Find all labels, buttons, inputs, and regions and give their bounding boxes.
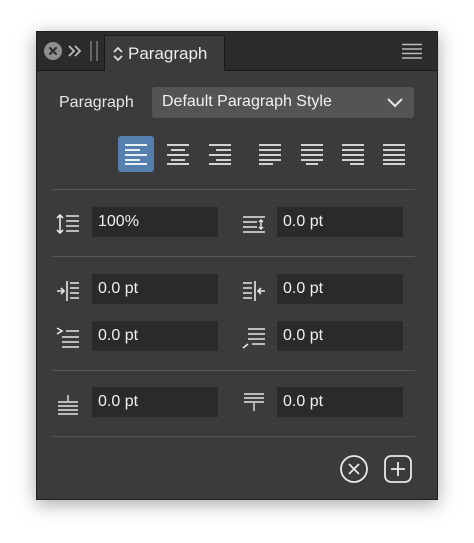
space-before-value: 0.0 pt	[98, 393, 139, 410]
align-right-icon	[209, 144, 231, 165]
divider	[53, 436, 415, 437]
leading-icon	[56, 212, 80, 241]
chevron-down-icon	[386, 96, 404, 114]
space-before-field[interactable]: 0.0 pt	[92, 387, 218, 417]
clear-formatting-button[interactable]	[339, 454, 369, 489]
align-center-icon	[167, 144, 189, 165]
left-indent-field[interactable]: 0.0 pt	[92, 274, 218, 304]
divider	[53, 256, 415, 257]
panel-titlebar: Paragraph	[37, 32, 437, 71]
leading-field[interactable]: 100%	[92, 207, 218, 237]
last-line-indent-value: 0.0 pt	[283, 327, 324, 344]
close-panel-icon[interactable]	[44, 42, 62, 60]
right-indent-icon	[242, 280, 266, 307]
paragraph-panel: Paragraph Paragraph Default Paragraph St…	[36, 31, 438, 500]
close-circle-icon	[340, 455, 368, 483]
justify-center-icon	[301, 144, 323, 165]
justify-all-button[interactable]	[376, 136, 412, 172]
right-indent-value: 0.0 pt	[283, 280, 324, 297]
space-after-field[interactable]: 0.0 pt	[277, 387, 403, 417]
paragraph-leading-field[interactable]: 0.0 pt	[277, 207, 403, 237]
space-before-icon	[56, 394, 80, 421]
first-line-indent-value: 0.0 pt	[98, 327, 139, 344]
paragraph-leading-icon	[242, 214, 266, 239]
collapse-chevrons-icon[interactable]	[66, 41, 82, 66]
last-line-indent-icon	[242, 327, 266, 354]
align-left-icon	[125, 144, 147, 165]
justify-all-icon	[383, 144, 405, 165]
divider	[53, 370, 415, 371]
add-square-icon	[384, 455, 412, 483]
paragraph-style-value: Default Paragraph Style	[162, 93, 332, 110]
first-line-indent-icon	[56, 327, 80, 354]
justify-left-icon	[259, 144, 281, 165]
tab-paragraph[interactable]: Paragraph	[104, 35, 225, 71]
first-line-indent-field[interactable]: 0.0 pt	[92, 321, 218, 351]
align-left-button[interactable]	[118, 136, 154, 172]
left-indent-value: 0.0 pt	[98, 280, 139, 297]
add-style-button[interactable]	[383, 454, 413, 489]
align-center-button[interactable]	[160, 136, 196, 172]
justify-center-button[interactable]	[294, 136, 330, 172]
paragraph-leading-value: 0.0 pt	[283, 213, 324, 230]
last-line-indent-field[interactable]: 0.0 pt	[277, 321, 403, 351]
paragraph-style-label: Paragraph	[59, 94, 134, 111]
space-after-value: 0.0 pt	[283, 393, 324, 410]
justify-right-button[interactable]	[335, 136, 371, 172]
right-indent-field[interactable]: 0.0 pt	[277, 274, 403, 304]
space-after-icon	[242, 392, 266, 419]
justify-right-icon	[342, 144, 364, 165]
left-indent-icon	[56, 280, 80, 307]
align-right-button[interactable]	[202, 136, 238, 172]
justify-left-button[interactable]	[252, 136, 288, 172]
leading-value: 100%	[98, 213, 139, 230]
sort-arrows-icon	[112, 46, 124, 67]
panel-menu-icon[interactable]	[401, 43, 423, 64]
divider	[53, 189, 415, 190]
drag-grip-icon[interactable]	[89, 40, 99, 67]
tab-label: Paragraph	[128, 44, 208, 63]
paragraph-style-dropdown[interactable]: Default Paragraph Style	[152, 87, 414, 118]
